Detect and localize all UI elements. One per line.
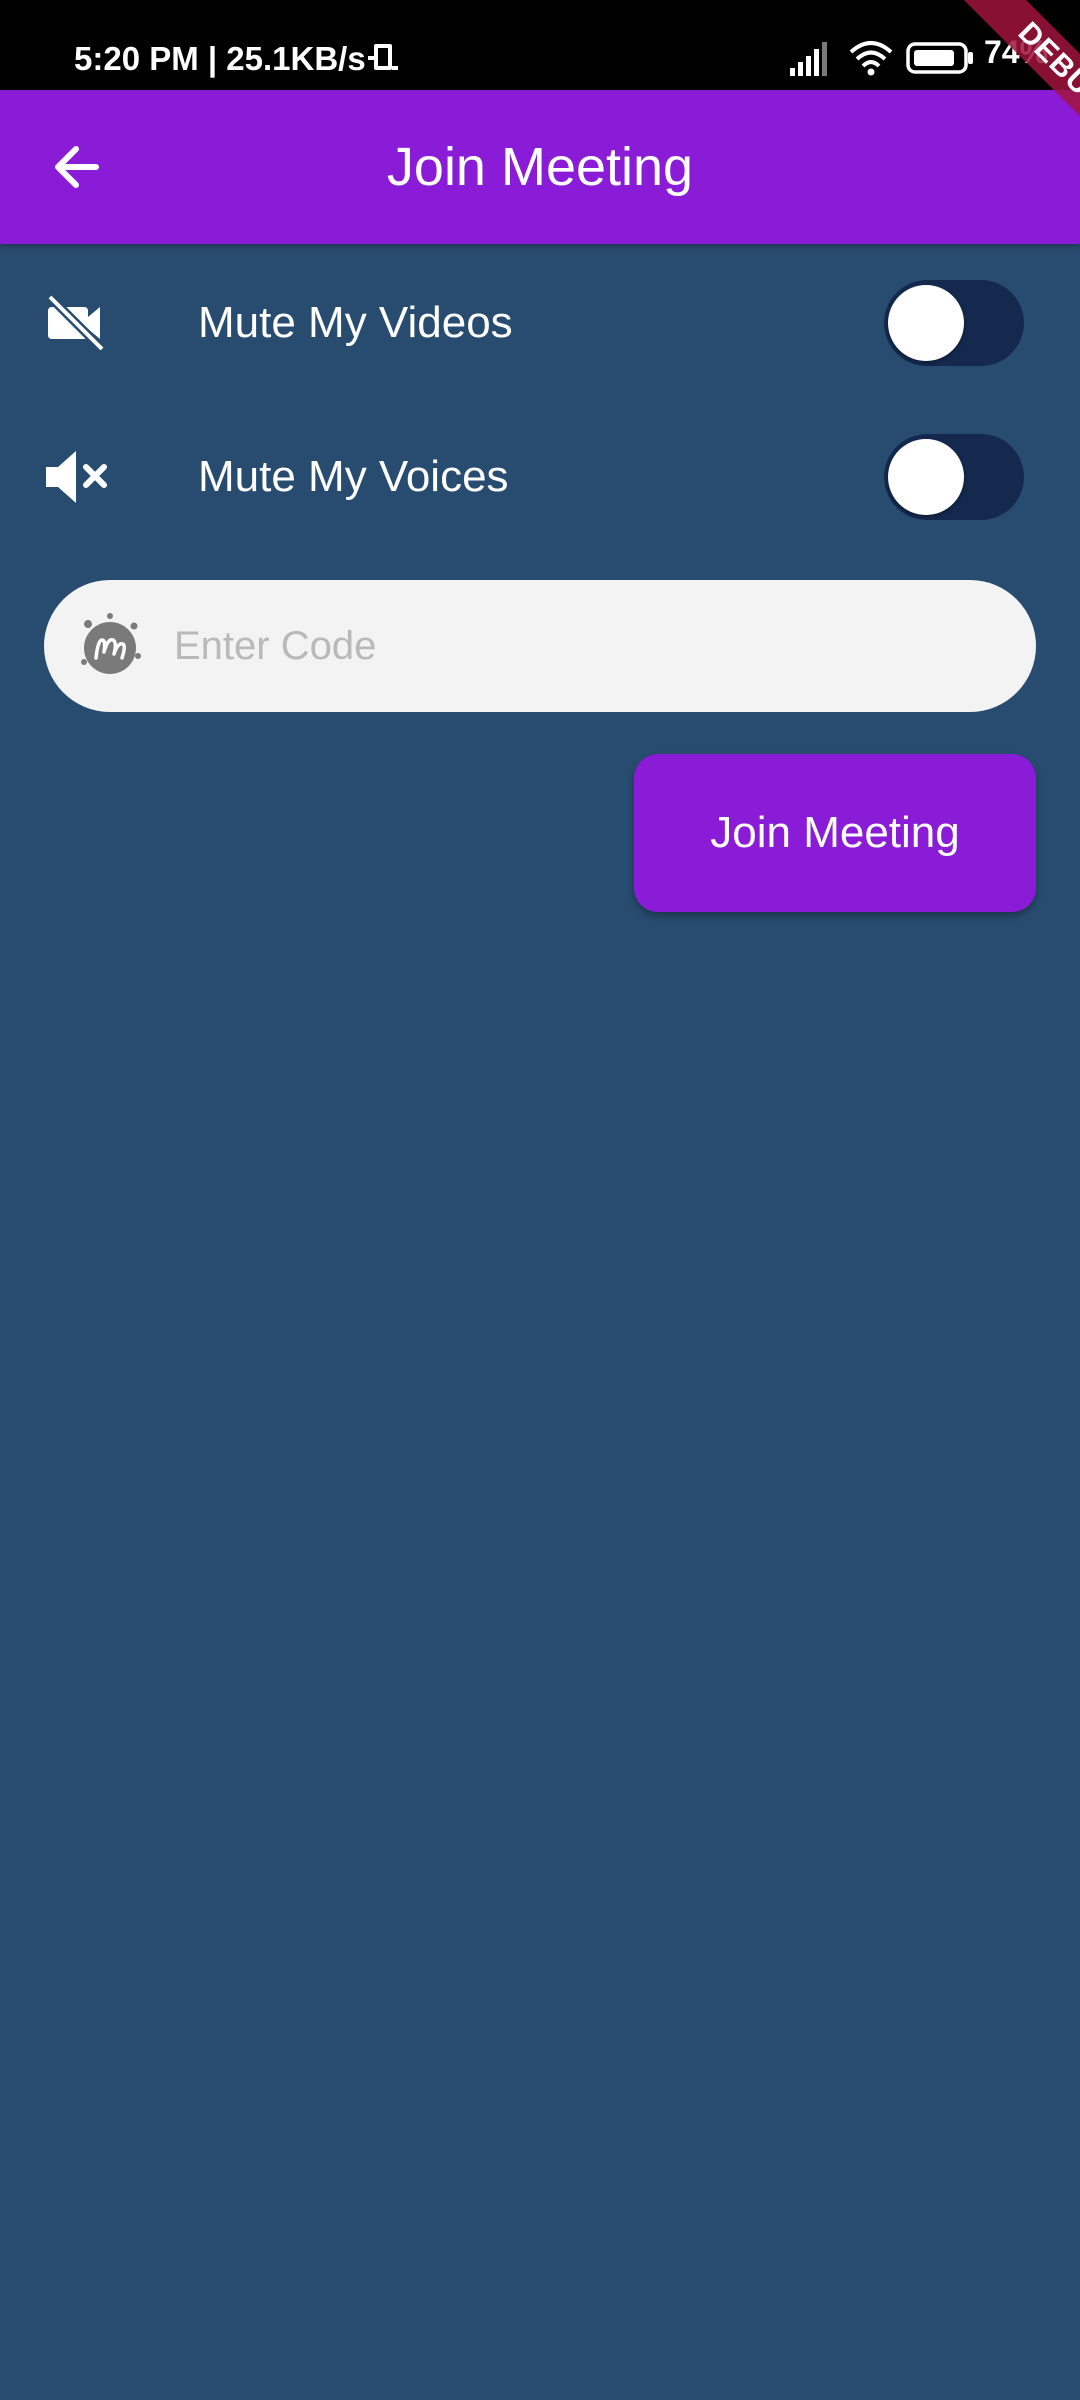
- status-time-speed: 5:20 PM | 25.1KB/s: [74, 40, 366, 77]
- mute-videos-toggle[interactable]: [884, 280, 1024, 366]
- mute-voices-toggle[interactable]: [884, 434, 1024, 520]
- video-off-icon: [46, 293, 106, 353]
- mute-voices-label: Mute My Voices: [198, 452, 509, 501]
- debug-banner: DEBUG: [900, 0, 1080, 180]
- toggle-thumb: [888, 439, 964, 515]
- code-input[interactable]: [174, 580, 994, 712]
- code-field[interactable]: [44, 580, 1036, 712]
- setting-row-mute-videos: Mute My Videos: [0, 268, 1080, 378]
- signal-icon: [790, 42, 827, 76]
- mute-videos-label: Mute My Videos: [198, 298, 513, 347]
- volume-off-icon: [46, 451, 107, 503]
- toggle-thumb: [888, 285, 964, 361]
- join-meeting-button[interactable]: Join Meeting: [634, 754, 1036, 912]
- network-activity-icon: [368, 44, 398, 70]
- wifi-icon: [849, 41, 893, 76]
- setting-row-mute-voices: Mute My Voices: [0, 422, 1080, 532]
- arrow-back-icon[interactable]: [40, 130, 114, 204]
- debug-banner-label: DEBUG: [959, 0, 1080, 172]
- meetup-logo-icon: [81, 613, 141, 674]
